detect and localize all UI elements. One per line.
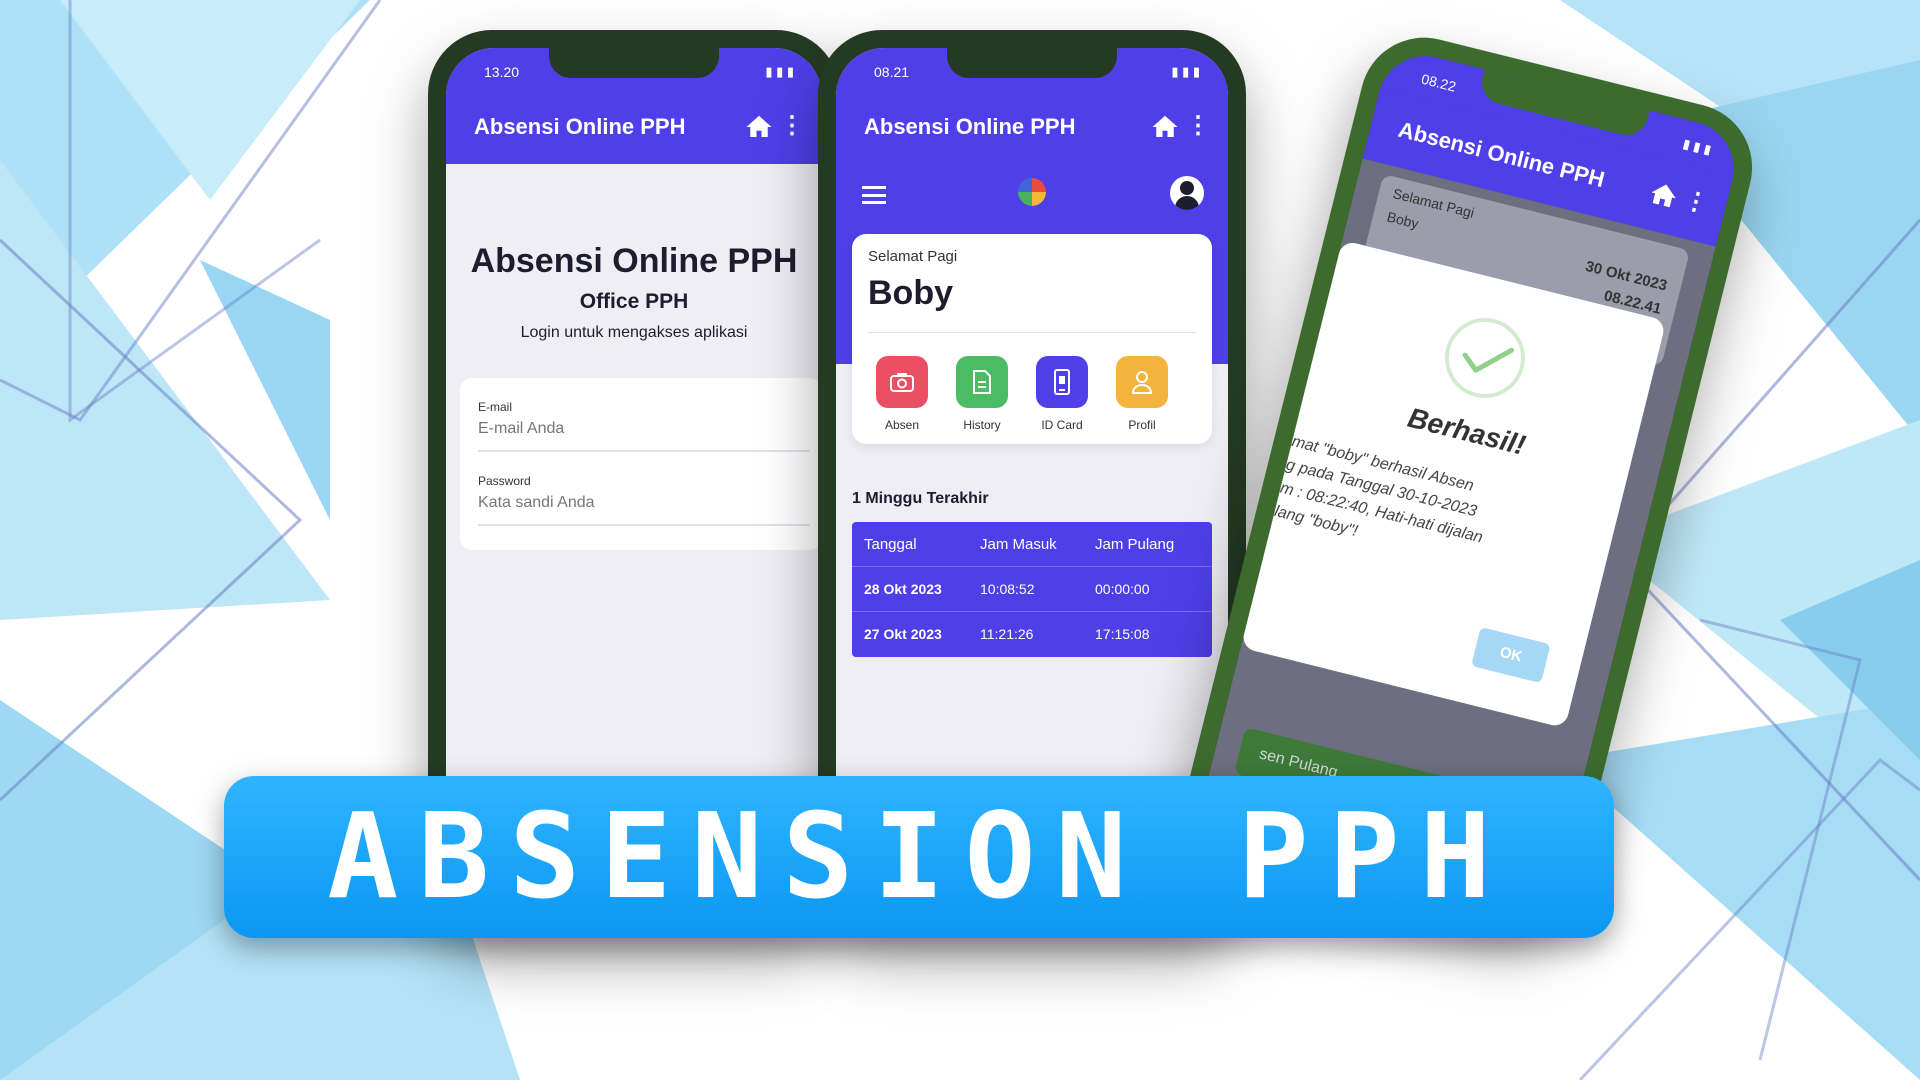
greeting-card: Selamat Pagi Boby Absen History ID Card bbox=[852, 234, 1212, 444]
app-bar: Absensi Online PPH ⋮ bbox=[836, 92, 1228, 164]
column-header: Tanggal bbox=[864, 536, 917, 553]
column-header: Jam Masuk bbox=[980, 536, 1057, 553]
table-cell: 11:21:26 bbox=[980, 626, 1034, 642]
menu-label: Absen bbox=[884, 418, 920, 432]
menu-profil[interactable]: Profil bbox=[1112, 356, 1172, 432]
document-icon bbox=[956, 356, 1008, 408]
divider bbox=[868, 332, 1196, 333]
table-cell: 17:15:08 bbox=[1095, 626, 1150, 642]
title-banner: ABSENSION PPH bbox=[224, 776, 1614, 938]
status-icons: ▮ ▮ ▮ bbox=[1171, 64, 1200, 79]
kebab-menu-icon[interactable]: ⋮ bbox=[1681, 186, 1711, 218]
menu-label: ID Card bbox=[1041, 418, 1083, 432]
table-cell: 28 Okt 2023 bbox=[864, 581, 942, 597]
app-bar: Absensi Online PPH ⋮ bbox=[446, 92, 822, 164]
status-icons: ▮ ▮ ▮ bbox=[765, 64, 794, 79]
kebab-menu-icon[interactable]: ⋮ bbox=[780, 114, 804, 138]
phone-notch bbox=[549, 48, 719, 78]
user-name: Boby bbox=[1385, 208, 1421, 232]
status-time: 13.20 bbox=[484, 64, 520, 80]
greeting-text: Selamat Pagi bbox=[868, 248, 958, 265]
menu-label: Profil bbox=[1128, 418, 1156, 432]
app-logo-icon bbox=[1018, 178, 1046, 206]
home-icon[interactable] bbox=[744, 112, 774, 142]
person-icon bbox=[1116, 356, 1168, 408]
ok-button[interactable]: OK bbox=[1471, 626, 1551, 684]
attendance-table: Tanggal Jam Masuk Jam Pulang 28 Okt 2023… bbox=[852, 522, 1212, 657]
check-icon bbox=[1436, 309, 1534, 407]
app-title: Absensi Online PPH bbox=[474, 114, 686, 139]
phone-notch bbox=[947, 48, 1117, 78]
app-title: Absensi Online PPH bbox=[864, 114, 1076, 139]
table-row[interactable]: 27 Okt 2023 11:21:26 17:15:08 bbox=[852, 612, 1212, 657]
kebab-menu-icon[interactable]: ⋮ bbox=[1186, 114, 1210, 138]
attendance-date: 30 Okt 2023 bbox=[1583, 257, 1669, 295]
table-cell: 10:08:52 bbox=[980, 581, 1035, 597]
menu-label: History bbox=[963, 418, 1001, 432]
table-cell: 27 Okt 2023 bbox=[864, 626, 942, 642]
hamburger-menu-icon[interactable] bbox=[862, 186, 886, 204]
login-heading: Absensi Online PPH bbox=[470, 242, 798, 280]
login-form: E-mail E-mail Anda Password Kata sandi A… bbox=[460, 378, 822, 550]
table-cell: 00:00:00 bbox=[1095, 581, 1150, 597]
table-header: Tanggal Jam Masuk Jam Pulang bbox=[852, 522, 1212, 567]
status-time: 08.22 bbox=[1419, 70, 1458, 95]
menu-history[interactable]: History bbox=[952, 356, 1012, 432]
menu-absen[interactable]: Absen bbox=[872, 356, 932, 432]
banner-title: ABSENSION PPH bbox=[327, 787, 1511, 925]
table-row[interactable]: 28 Okt 2023 10:08:52 00:00:00 bbox=[852, 567, 1212, 612]
home-icon[interactable] bbox=[1645, 177, 1681, 213]
office-name: Office PPH bbox=[579, 290, 689, 313]
status-time: 08.21 bbox=[874, 64, 910, 80]
phone-card-icon bbox=[1036, 356, 1088, 408]
home-icon[interactable] bbox=[1150, 112, 1180, 142]
camera-icon bbox=[876, 356, 928, 408]
section-title: 1 Minggu Terakhir bbox=[852, 490, 989, 507]
column-header: Jam Pulang bbox=[1095, 536, 1175, 553]
email-field[interactable]: E-mail Anda bbox=[478, 420, 810, 452]
password-label: Password bbox=[478, 474, 531, 488]
email-label: E-mail bbox=[478, 400, 513, 414]
status-icons: ▮ ▮ ▮ bbox=[1681, 135, 1713, 158]
avatar[interactable] bbox=[1170, 176, 1204, 210]
user-name: Boby bbox=[868, 274, 953, 312]
password-field[interactable]: Kata sandi Anda bbox=[478, 494, 810, 526]
login-subtitle: Login untuk mengakses aplikasi bbox=[520, 324, 748, 341]
menu-id-card[interactable]: ID Card bbox=[1032, 356, 1092, 432]
